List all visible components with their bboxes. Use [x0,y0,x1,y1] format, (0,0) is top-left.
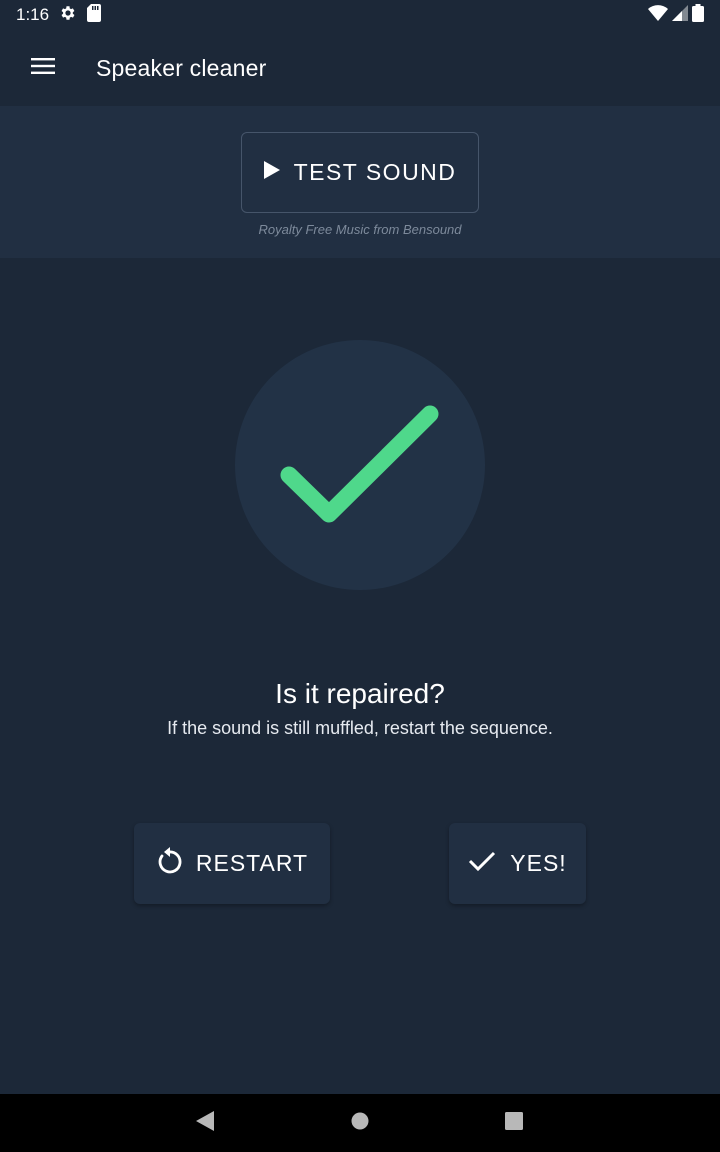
restart-button[interactable]: RESTART [134,823,330,904]
back-icon [196,1110,214,1136]
repair-question: Is it repaired? [275,678,445,709]
test-sound-panel: TEST SOUND Royalty Free Music from Benso… [0,106,720,258]
yes-label: YES! [510,850,567,876]
recents-icon [505,1111,523,1135]
hamburger-menu-icon [31,57,55,80]
battery-icon [692,3,704,27]
app-title: Speaker cleaner [96,54,267,81]
yes-button[interactable]: YES! [449,823,586,904]
wifi-icon [648,4,668,26]
music-credit: Royalty Free Music from Bensound [258,222,462,237]
signal-icon [672,4,688,26]
test-sound-label: TEST SOUND [293,159,457,185]
checkmark-icon [280,405,439,523]
restart-label: RESTART [195,850,309,876]
check-icon [468,850,496,877]
success-circle [235,340,485,590]
recents-button[interactable] [499,1108,529,1138]
restart-icon [156,847,182,880]
navigation-bar [0,1094,720,1152]
back-button[interactable] [190,1108,220,1138]
status-time: 1:16 [16,5,50,24]
test-sound-button[interactable]: TEST SOUND [241,132,479,213]
home-icon [351,1112,369,1135]
menu-button[interactable] [0,30,86,106]
app-bar: Speaker cleaner [0,30,720,106]
play-icon [263,161,280,184]
sd-card-icon [87,3,102,27]
repair-hint: If the sound is still muffled, restart t… [167,718,553,738]
home-button[interactable] [345,1108,375,1138]
gear-icon [59,4,77,27]
status-bar: 1:16 [0,0,720,30]
